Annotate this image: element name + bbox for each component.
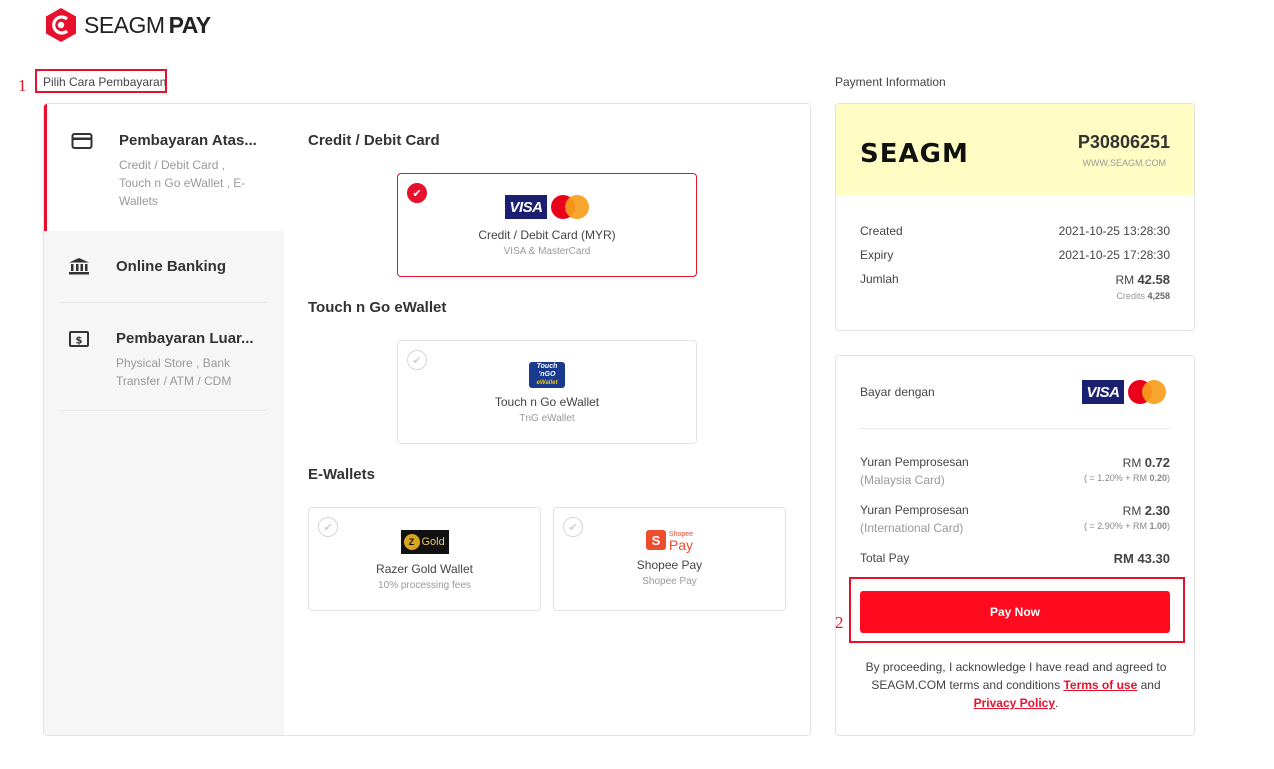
- terms-of-use-link[interactable]: Terms of use: [1063, 678, 1137, 692]
- group-title-credit-debit: Credit / Debit Card: [308, 132, 440, 149]
- cash-icon: $: [69, 331, 89, 347]
- payment-method-panel: Pembayaran Atas... Credit / Debit Card ,…: [43, 103, 811, 736]
- method-card-razer-gold[interactable]: ✔ Z Gold Razer Gold Wallet 10% processin…: [308, 507, 541, 611]
- fee-row-international: Yuran Pemprosesan RM 2.30: [860, 503, 1170, 518]
- payment-summary-card: Bayar dengan VISA Yuran Pemprosesan RM 0…: [835, 355, 1195, 736]
- checkmark-icon: ✔: [407, 183, 427, 203]
- menu-item-title: Online Banking: [116, 258, 227, 275]
- method-card-touch-n-go[interactable]: ✔ Touch 'nGO eWallet Touch n Go eWallet …: [397, 340, 697, 444]
- touch-n-go-logo: Touch 'nGO eWallet: [529, 362, 565, 388]
- mastercard-logo: [1128, 380, 1166, 404]
- method-note: TnG eWallet: [519, 413, 575, 424]
- menu-divider: [60, 410, 266, 411]
- mastercard-logo: [551, 195, 589, 219]
- privacy-policy-link[interactable]: Privacy Policy: [974, 696, 1055, 710]
- menu-item-title: Pembayaran Atas...: [119, 132, 257, 149]
- method-note: 10% processing fees: [378, 580, 471, 591]
- visa-logo: VISA: [1082, 380, 1124, 404]
- menu-item-subtitle: Physical Store , Bank Transfer / ATM / C…: [116, 356, 232, 388]
- group-title-e-wallets: E-Wallets: [308, 466, 375, 483]
- credit-card-icon: [71, 133, 93, 149]
- menu-item-offline-payment[interactable]: $ Pembayaran Luar... Physical Store , Ba…: [44, 303, 284, 411]
- method-name: Razer Gold Wallet: [376, 562, 473, 576]
- seagm-logo-icon: [46, 8, 76, 42]
- razer-gold-logo: Z Gold: [400, 530, 449, 554]
- annotation-number-2: 2: [835, 613, 844, 632]
- terms-text: By proceeding, I acknowledge I have read…: [865, 660, 1167, 710]
- expiry-row: Expiry 2021-10-25 17:28:30: [860, 248, 1170, 262]
- fee-sub-malaysia: (Malaysia Card) ( = 1.20% + RM 0.20): [860, 473, 1170, 487]
- order-site: WWW.SEAGM.COM: [1082, 158, 1167, 168]
- method-note: VISA & MasterCard: [503, 246, 591, 257]
- payment-information-card: SEAGM P30806251 WWW.SEAGM.COM Created 20…: [835, 103, 1195, 331]
- pay-with-logos: VISA: [1082, 380, 1166, 404]
- svg-text:$: $: [76, 336, 83, 347]
- checkmark-icon: ✔: [407, 350, 427, 370]
- payment-information-label: Payment Information: [835, 75, 946, 89]
- checkmark-icon: ✔: [318, 517, 338, 537]
- select-payment-method-label: Pilih Cara Pembayaran: [43, 75, 167, 89]
- method-name: Shopee Pay: [636, 558, 703, 572]
- menu-item-subtitle: Credit / Debit Card , Touch n Go eWallet…: [119, 158, 246, 208]
- amount-row: Jumlah RM 42.58: [860, 272, 1170, 287]
- menu-item-online-payment[interactable]: Pembayaran Atas... Credit / Debit Card ,…: [44, 104, 284, 231]
- total-pay-row: Total Pay RM 43.30: [860, 551, 1170, 566]
- group-title-touch-n-go: Touch n Go eWallet: [308, 299, 447, 316]
- method-card-credit-debit[interactable]: ✔ VISA Credit / Debit Card (MYR) VISA & …: [397, 173, 697, 277]
- summary-divider: [860, 428, 1170, 429]
- amount-value: RM 42.58: [1115, 272, 1170, 287]
- method-name: Touch n Go eWallet: [494, 395, 600, 409]
- checkmark-icon: ✔: [563, 517, 583, 537]
- credits-value: Credits 4,258: [1116, 291, 1170, 301]
- created-row: Created 2021-10-25 13:28:30: [860, 224, 1170, 238]
- fee-sub-international: (International Card) ( = 2.90% + RM 1.00…: [860, 521, 1170, 535]
- menu-item-online-banking[interactable]: Online Banking: [44, 231, 284, 303]
- fee-row-malaysia: Yuran Pemprosesan RM 0.72: [860, 455, 1170, 470]
- order-id: P30806251: [1077, 132, 1170, 152]
- shopee-pay-logo: S Shopee Pay: [645, 530, 693, 552]
- annotation-box-2: [849, 577, 1185, 643]
- payment-category-menu: Pembayaran Atas... Credit / Debit Card ,…: [44, 104, 284, 735]
- seagm-wordmark: SEAGM: [860, 139, 969, 169]
- order-header: SEAGM P30806251 WWW.SEAGM.COM: [836, 104, 1194, 195]
- menu-item-title: Pembayaran Luar...: [116, 330, 254, 347]
- method-card-shopee-pay[interactable]: ✔ S Shopee Pay Shopee Pay Shopee Pay: [553, 507, 786, 611]
- seagm-pay-logo[interactable]: SEAGM PAY: [44, 7, 211, 43]
- method-note: Shopee Pay: [642, 576, 697, 587]
- brand-name: SEAGM PAY: [84, 11, 211, 38]
- visa-logo: VISA: [505, 195, 547, 219]
- method-name: Credit / Debit Card (MYR): [478, 228, 616, 242]
- bank-icon: [69, 258, 89, 275]
- payment-options-area: Credit / Debit Card ✔ VISA Credit / Debi…: [284, 104, 810, 735]
- annotation-number-1: 1: [18, 76, 27, 95]
